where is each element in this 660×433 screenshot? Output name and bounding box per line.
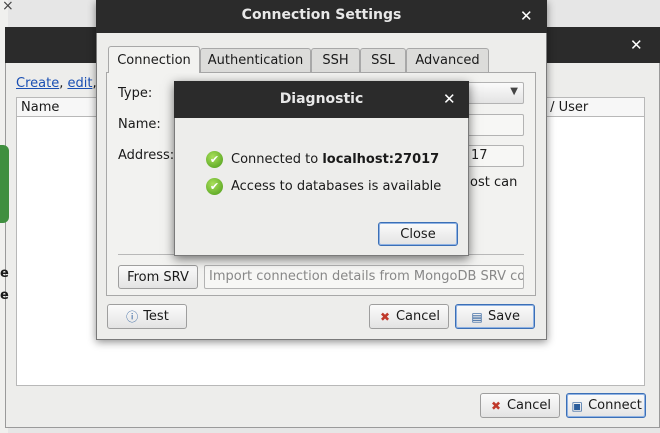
address-label: Address: — [118, 148, 175, 163]
check-icon: ✔ — [206, 151, 223, 168]
close-button[interactable]: Close — [378, 222, 458, 246]
close-icon[interactable]: × — [2, 0, 14, 14]
save-button[interactable]: ▤ Save — [455, 304, 535, 329]
port-field[interactable]: 17 — [466, 145, 524, 167]
diagnostic-title: Diagnostic — [279, 91, 364, 107]
type-select[interactable]: ▼ — [466, 82, 524, 104]
address-hint-text: ost can — [470, 175, 518, 190]
info-icon: ⓘ — [126, 310, 139, 324]
tab-authentication[interactable]: Authentication — [200, 48, 311, 72]
partial-text: e — [0, 288, 9, 303]
test-label: Test — [143, 309, 169, 324]
cancel-icon: ✖ — [379, 309, 390, 324]
test-button[interactable]: ⓘ Test — [107, 304, 187, 329]
name-field[interactable] — [466, 114, 524, 136]
check-icon: ✔ — [206, 178, 223, 195]
srv-input[interactable]: Import connection details from MongoDB S… — [204, 265, 524, 289]
column-header-name[interactable]: Name — [21, 100, 59, 115]
from-srv-label: From SRV — [127, 269, 189, 285]
connect-button[interactable]: ▣ Connect — [566, 393, 646, 418]
name-label: Name: — [118, 117, 161, 132]
dialog-title: Connection Settings — [241, 7, 402, 23]
cancel-icon: ✖ — [490, 398, 501, 413]
cancel-button[interactable]: ✖ Cancel — [480, 393, 560, 418]
message-text: Access to databases is available — [231, 179, 442, 194]
close-icon[interactable]: ✕ — [630, 36, 643, 54]
edit-link[interactable]: edit — [67, 76, 92, 91]
tab-connection[interactable]: Connection — [108, 46, 200, 73]
save-label: Save — [488, 309, 520, 324]
tab-ssl[interactable]: SSL — [360, 48, 406, 72]
close-label: Close — [400, 226, 436, 242]
create-link[interactable]: Create — [16, 76, 59, 91]
close-icon[interactable]: ✕ — [520, 7, 533, 25]
cancel-button[interactable]: ✖ Cancel — [369, 304, 449, 329]
type-label: Type: — [118, 86, 153, 101]
cancel-label: Cancel — [395, 309, 441, 324]
cancel-label: Cancel — [506, 398, 552, 413]
diagnostic-message: Access to databases is available — [231, 179, 441, 194]
floppy-icon: ▤ — [471, 309, 483, 324]
computer-icon: ▣ — [571, 398, 583, 413]
message-host: localhost:27017 — [322, 152, 440, 167]
tab-ssh[interactable]: SSH — [311, 48, 360, 72]
close-icon[interactable]: ✕ — [443, 90, 456, 108]
decorative-graphic — [0, 145, 9, 223]
connect-label: Connect — [588, 398, 642, 413]
partial-text: e — [0, 266, 9, 281]
diagnostic-message: Connected to localhost:27017 — [231, 152, 439, 167]
from-srv-button[interactable]: From SRV — [118, 265, 198, 289]
chevron-down-icon: ▼ — [510, 86, 518, 97]
connection-links: Create, edit, — [16, 76, 97, 91]
message-text: Connected to — [231, 152, 323, 167]
tab-advanced[interactable]: Advanced — [406, 48, 489, 72]
